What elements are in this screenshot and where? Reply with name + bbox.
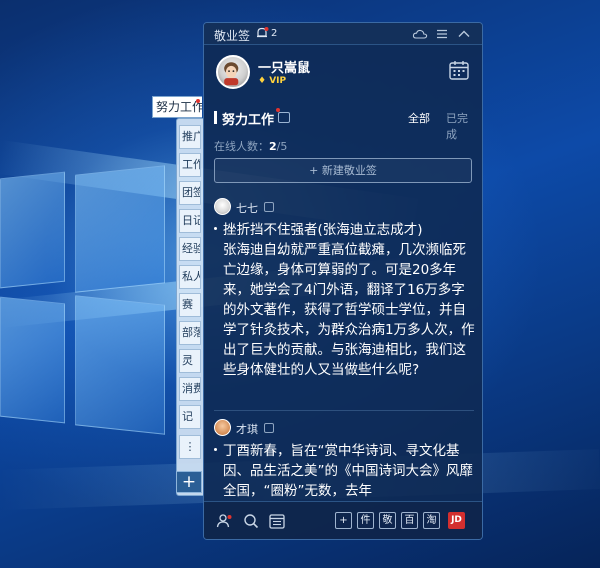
online-label: 在线人数： xyxy=(214,140,269,153)
section-header: 努力工作 全部 已完成 xyxy=(214,108,474,141)
vip-label: VIP xyxy=(269,76,287,86)
username[interactable]: 一只嵩鼠 xyxy=(258,57,310,76)
side-tab-label: 推广 xyxy=(182,130,200,143)
side-tab-label: 灵 xyxy=(182,354,193,367)
logo-pane xyxy=(75,295,165,435)
author-avatar xyxy=(214,198,231,215)
cloud-icon[interactable] xyxy=(412,26,428,42)
side-tab-item[interactable]: 工作 xyxy=(179,153,201,177)
side-tab-item[interactable]: 消费 xyxy=(179,377,201,401)
side-tab-more[interactable]: ⋮ xyxy=(179,435,201,459)
avatar-image xyxy=(224,62,239,86)
author-name: 才琪 xyxy=(236,423,258,436)
calendar-icon[interactable] xyxy=(448,59,470,81)
menu-icon[interactable] xyxy=(434,26,450,42)
bell-icon[interactable] xyxy=(255,26,269,40)
note-panel: 敬业签 2 一只嵩鼠 ♦ VIP 努力工作 全部 已完成 在线人数：2/5 + … xyxy=(203,22,483,540)
title-bar[interactable]: 敬业签 2 xyxy=(204,23,482,45)
filter-done-tab[interactable]: 已完成 xyxy=(446,110,474,142)
avatar[interactable] xyxy=(216,55,250,89)
side-tab-item[interactable]: 团签 xyxy=(179,181,201,205)
app-title: 敬业签 xyxy=(214,29,251,43)
online-current: 2 xyxy=(269,140,277,153)
shortcut-jd[interactable]: JD xyxy=(448,512,465,529)
logo-pane xyxy=(0,296,65,424)
side-tab-label: 私人 xyxy=(182,270,200,283)
team-icon[interactable] xyxy=(216,512,234,530)
online-total: /5 xyxy=(276,140,288,153)
side-tab-active-label: 努力工作 xyxy=(156,100,202,114)
collapse-icon[interactable] xyxy=(456,26,472,42)
side-tab-item[interactable]: 记 xyxy=(179,405,201,429)
side-tab-item[interactable]: 赛 xyxy=(179,293,201,317)
add-tab-button[interactable]: + xyxy=(176,471,202,493)
bullet xyxy=(214,448,217,451)
shortcut-jing[interactable]: 敬 xyxy=(379,512,396,529)
divider xyxy=(214,410,474,411)
logo-pane xyxy=(75,165,165,293)
side-tab-item[interactable]: 灵 xyxy=(179,349,201,373)
section-accent xyxy=(214,111,217,124)
section-title: 努力工作 xyxy=(222,113,275,128)
side-tab-item[interactable]: 部落 xyxy=(179,321,201,345)
new-note-button[interactable]: + 新建敬业签 xyxy=(214,158,472,183)
author-tag-icon xyxy=(264,202,274,212)
logo-pane xyxy=(0,171,65,289)
side-tab-item[interactable]: 日记 xyxy=(179,209,201,233)
note-text: 丁酉新春，旨在“赏中华诗词、寻文化基因、品生活之美”的《中国诗词大会》风靡全国，… xyxy=(223,443,473,499)
note-text: 挫折挡不住强者(张海迪立志成才) 张海迪自幼就严重高位截瘫，几次濒临死亡边缘，身… xyxy=(223,222,475,378)
filter-all-tab[interactable]: 全部 xyxy=(408,110,430,126)
side-tab-label: 团签 xyxy=(182,186,200,199)
bottom-toolbar: + 件 敬 百 淘 JD xyxy=(204,501,482,539)
author-avatar xyxy=(214,419,231,436)
side-tab-item[interactable]: 经验 xyxy=(179,237,201,261)
shortcut-jian[interactable]: 件 xyxy=(357,512,374,529)
unread-dot xyxy=(196,99,200,103)
search-icon[interactable] xyxy=(242,512,260,530)
side-tab-item[interactable]: 推广 xyxy=(179,125,201,149)
side-tab-label: 经验 xyxy=(182,242,200,255)
author-name: 七七 xyxy=(236,202,258,215)
side-tab-strip: 推广 工作 团签 日记 经验 私人 赛 部落 灵 消费 记 ⋮ xyxy=(176,118,204,496)
side-tab-active[interactable]: 努力工作 xyxy=(152,96,202,118)
more-icon: ⋮ xyxy=(184,440,196,453)
shortcut-bai[interactable]: 百 xyxy=(401,512,418,529)
edit-icon[interactable] xyxy=(278,112,290,123)
online-count: 在线人数：2/5 xyxy=(214,138,287,154)
notification-count: 2 xyxy=(271,28,278,39)
side-tab-label: 部落 xyxy=(182,326,200,339)
side-tab-label: 工作 xyxy=(182,158,200,171)
author-tag-icon xyxy=(264,423,274,433)
side-tab-label: 记 xyxy=(182,410,193,423)
add-shortcut-button[interactable]: + xyxy=(335,512,352,529)
note-item[interactable]: 才琪 丁酉新春，旨在“赏中华诗词、寻文化基因、品生活之美”的《中国诗词大会》风靡… xyxy=(214,419,476,509)
bullet xyxy=(214,227,217,230)
calendar-list-icon[interactable] xyxy=(268,512,286,530)
vip-badge: ♦ VIP xyxy=(258,76,287,86)
side-tab-item[interactable]: 私人 xyxy=(179,265,201,289)
note-item[interactable]: 七七 挫折挡不住强者(张海迪立志成才) 张海迪自幼就严重高位截瘫，几次濒临死亡边… xyxy=(214,198,476,418)
side-tab-label: 消费 xyxy=(182,382,200,395)
side-tab-label: 日记 xyxy=(182,214,200,227)
side-tab-label: 赛 xyxy=(182,298,193,311)
shortcut-tao[interactable]: 淘 xyxy=(423,512,440,529)
